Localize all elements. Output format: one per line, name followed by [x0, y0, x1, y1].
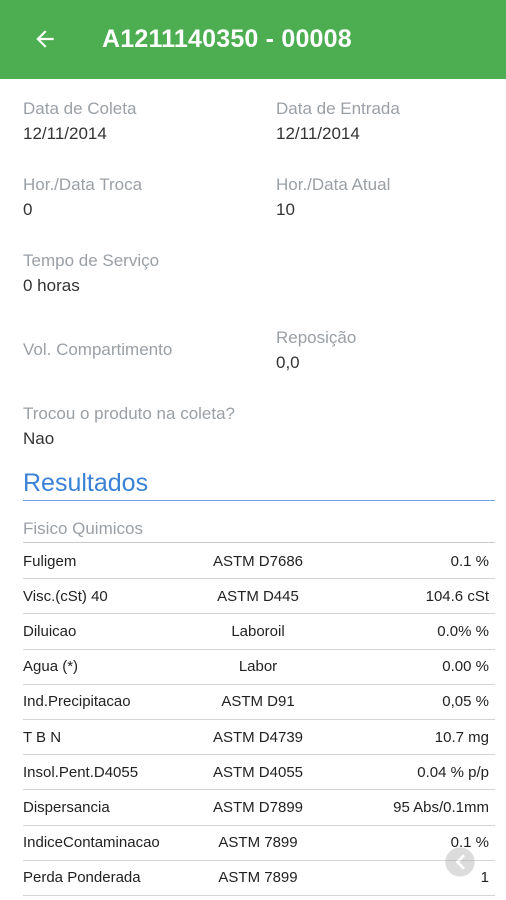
- result-value: 95 Abs/0.1mm: [393, 798, 489, 816]
- table-row: Visc.(cSt) 40 ASTM D445 104.6 cSt: [23, 579, 495, 615]
- result-value: 0.0% %: [437, 622, 489, 640]
- field-label: Vol. Compartimento: [23, 340, 173, 359]
- result-method: ASTM D7686: [212, 552, 304, 570]
- result-method: ASTM 7899: [218, 869, 298, 887]
- result-name: Visc.(cSt) 40: [23, 587, 108, 605]
- field-label: Hor./Data Atual: [276, 175, 391, 194]
- field-value: 12/11/2014: [23, 124, 107, 143]
- result-name: Fuligem: [23, 552, 77, 570]
- table-row: Insol.Pent.D4055 ASTM D4055 0.04 % p/p: [23, 755, 495, 791]
- result-value: 10.7 mg: [434, 728, 489, 746]
- result-method: Labor: [238, 658, 278, 676]
- result-value: 0.1 %: [450, 552, 489, 570]
- back-button[interactable]: [28, 22, 62, 56]
- field-reposicao: Reposição 0,0: [276, 327, 356, 374]
- result-value: 104.6 cSt: [425, 587, 489, 605]
- results-divider: [23, 500, 495, 501]
- result-method: ASTM 7899: [218, 834, 298, 852]
- field-label: Trocou o produto na coleta?: [23, 404, 236, 423]
- table-row: IndiceContaminacao ASTM 7899 0.1 %: [23, 826, 495, 861]
- table-row: Diluicao Laboroil 0.0% %: [23, 614, 495, 650]
- field-hor-troca: Hor./Data Troca 0: [23, 174, 142, 221]
- result-method: ASTM D445: [217, 587, 299, 605]
- table-row: T B N ASTM D4739 10.7 mg: [23, 720, 495, 756]
- subsection-heading: Fisico Quimicos: [23, 519, 143, 538]
- share-icon: [445, 847, 475, 877]
- field-value: Nao: [23, 429, 55, 448]
- results-table: Fuligem ASTM D7686 0.1 % Visc.(cSt) 40 A…: [23, 544, 495, 896]
- result-name: Dispersancia: [23, 798, 110, 816]
- field-value: 0: [23, 200, 33, 219]
- result-method: ASTM D7899: [212, 798, 304, 816]
- field-value: 0,0: [276, 353, 300, 372]
- field-data-entrada: Data de Entrada 12/11/2014: [276, 98, 400, 145]
- result-name: Perda Ponderada: [23, 869, 141, 887]
- field-value: 0 horas: [23, 276, 80, 295]
- result-method: ASTM D4055: [212, 763, 304, 781]
- result-value: 0.00 %: [442, 658, 489, 676]
- field-data-coleta: Data de Coleta 12/11/2014: [23, 98, 136, 145]
- field-label: Reposição: [276, 328, 357, 347]
- result-value: 0.04 % p/p: [417, 763, 489, 781]
- table-row: Fuligem ASTM D7686 0.1 %: [23, 544, 495, 580]
- field-label: Hor./Data Troca: [23, 175, 143, 194]
- table-row: Ind.Precipitacao ASTM D91 0,05 %: [23, 685, 495, 720]
- field-value: 12/11/2014: [276, 124, 360, 143]
- field-label: Data de Coleta: [23, 99, 137, 118]
- result-method: ASTM D91: [221, 693, 295, 711]
- result-name: Agua (*): [23, 658, 79, 676]
- result-name: T B N: [23, 728, 62, 746]
- field-tempo-servico: Tempo de Serviço 0 horas: [23, 250, 159, 297]
- result-name: Ind.Precipitacao: [23, 693, 131, 711]
- page-title: A1211140350 - 00008: [102, 25, 352, 53]
- result-name: Diluicao: [23, 622, 77, 640]
- field-value: 10: [276, 200, 295, 219]
- arrow-back-icon: [36, 30, 54, 48]
- table-row: Agua (*) Labor 0.00 %: [23, 650, 495, 685]
- result-value: 0,05 %: [442, 693, 489, 711]
- field-hor-atual: Hor./Data Atual 10: [276, 174, 390, 221]
- subsection-divider: [23, 542, 495, 543]
- result-name: IndiceContaminacao: [23, 834, 160, 852]
- field-label: Tempo de Serviço: [23, 251, 160, 270]
- results-heading: Resultados: [23, 469, 149, 497]
- result-name: Insol.Pent.D4055: [23, 763, 139, 781]
- share-button[interactable]: [444, 846, 476, 878]
- app-bar: A1211140350 - 00008: [0, 0, 506, 79]
- result-method: ASTM D4739: [212, 728, 304, 746]
- result-method: Laboroil: [231, 622, 285, 640]
- field-vol-compartimento: Vol. Compartimento: [23, 339, 172, 361]
- table-row: Perda Ponderada ASTM 7899 1: [23, 861, 495, 896]
- field-label: Data de Entrada: [276, 99, 400, 118]
- field-trocou-produto: Trocou o produto na coleta? Nao: [23, 403, 235, 450]
- table-row: Dispersancia ASTM D7899 95 Abs/0.1mm: [23, 790, 495, 826]
